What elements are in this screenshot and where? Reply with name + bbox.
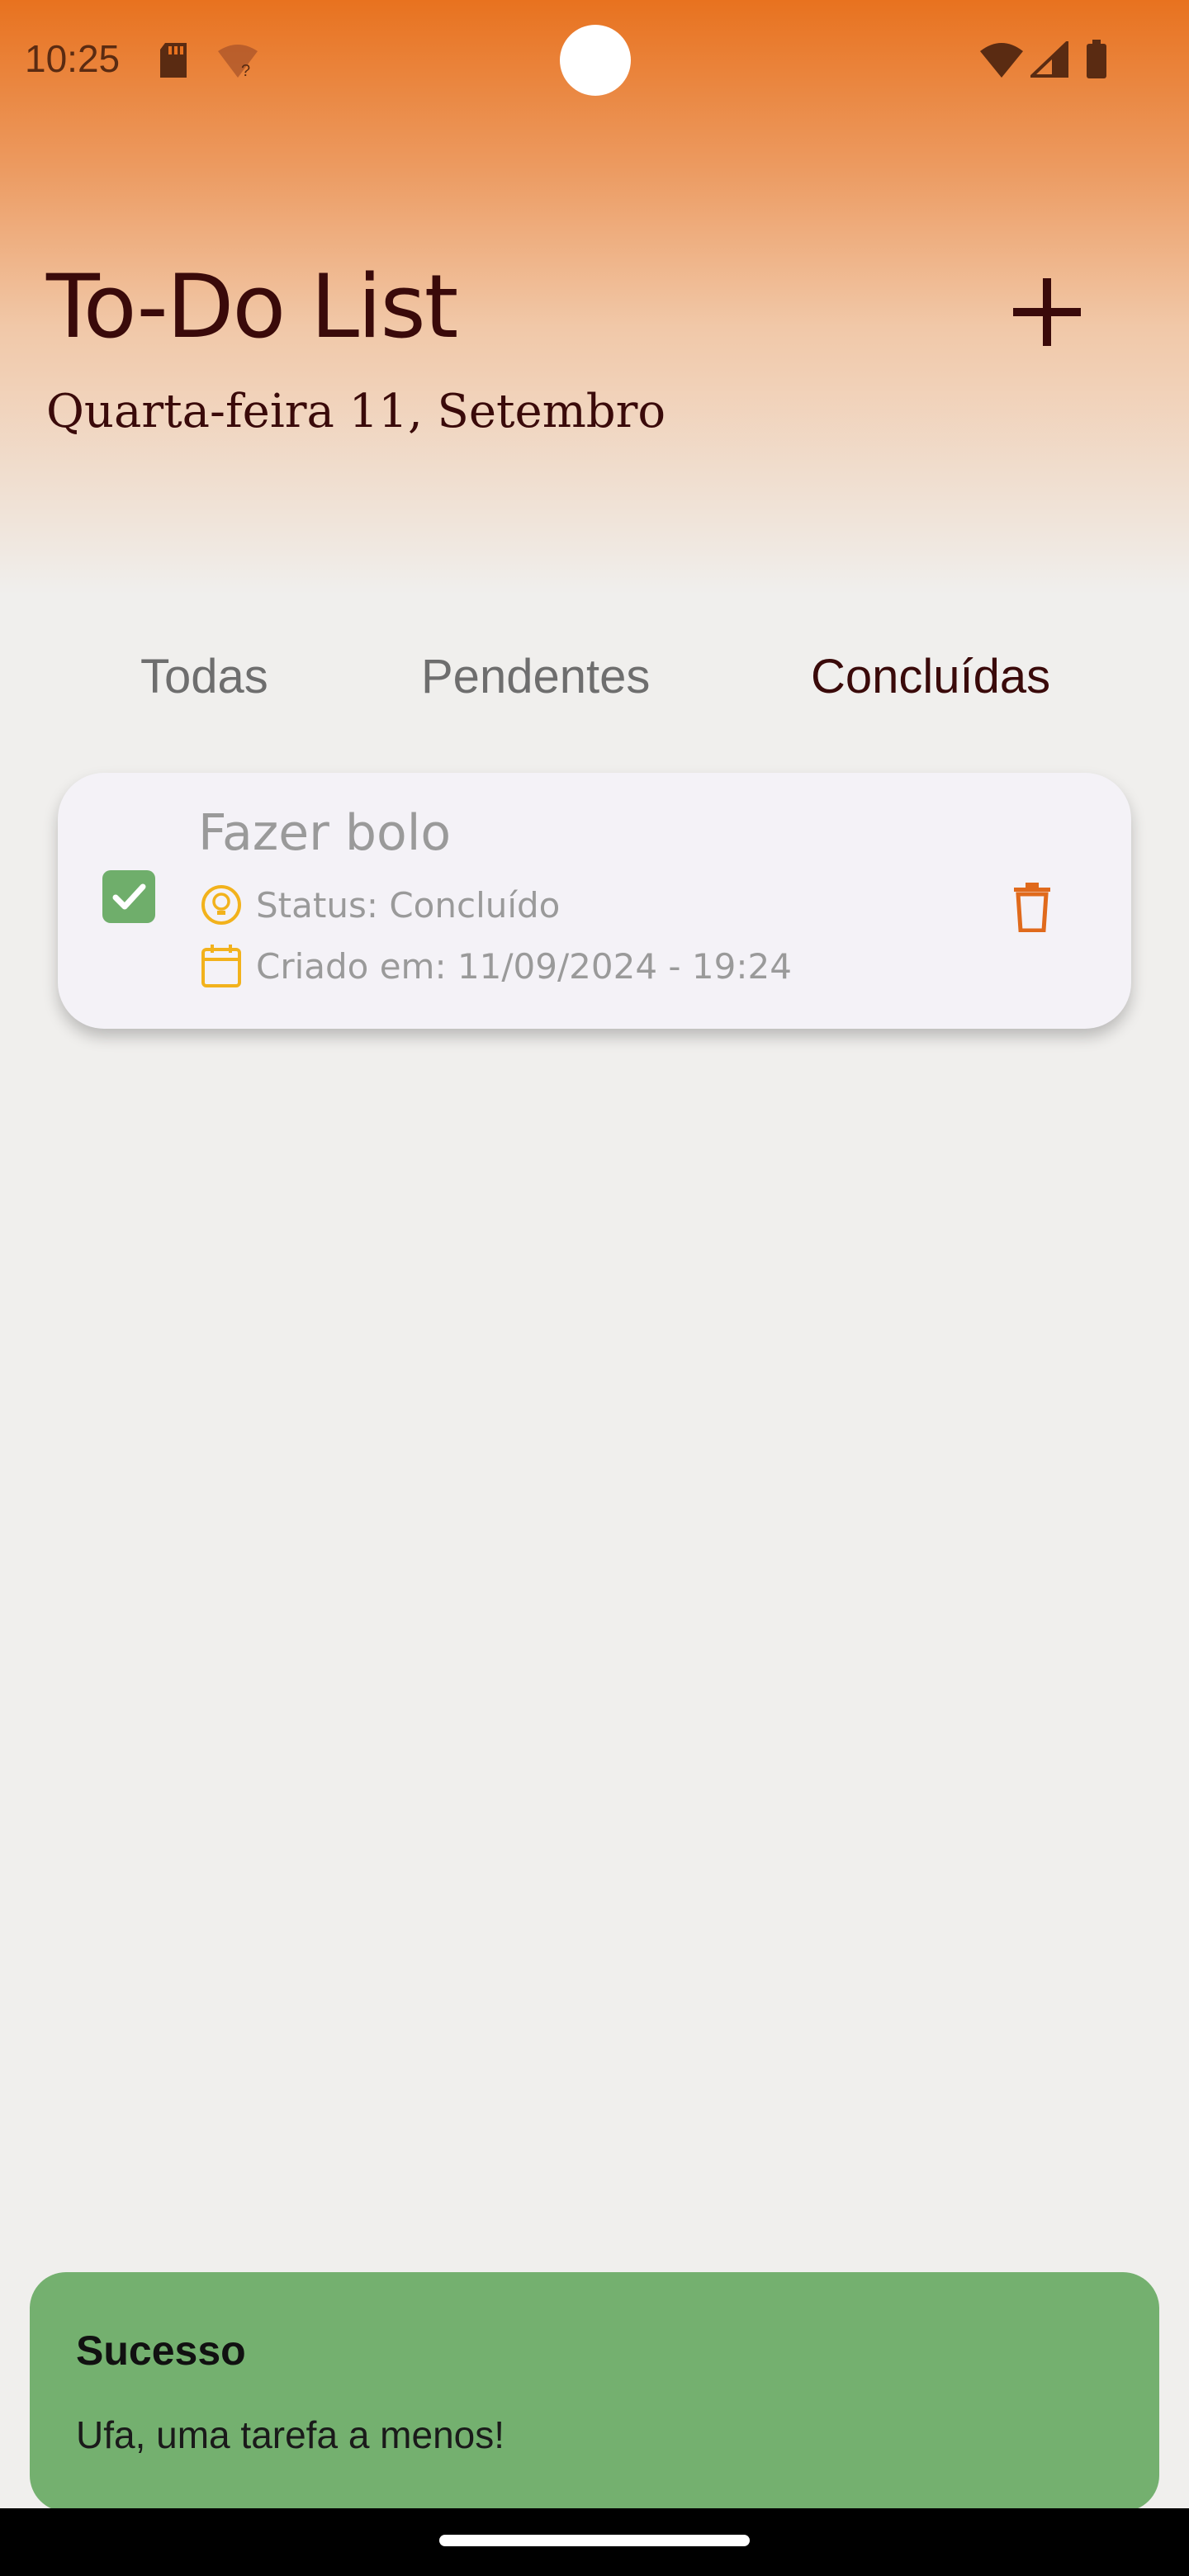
snackbar-title: Sucesso	[76, 2327, 246, 2374]
lightbulb-icon	[198, 882, 244, 928]
success-snackbar: Sucesso Ufa, uma tarefa a menos!	[30, 2272, 1159, 2512]
wifi-question-icon: ?	[216, 43, 259, 83]
status-bar: 10:25 ?	[0, 0, 1189, 124]
status-time: 10:25	[25, 37, 121, 80]
calendar-icon	[198, 943, 244, 989]
tab-todas[interactable]: Todas	[140, 636, 268, 718]
add-task-button[interactable]	[1003, 268, 1091, 356]
date-subtitle: Quarta-feira 11, Setembro	[46, 385, 666, 438]
trash-icon	[1014, 883, 1050, 932]
tab-concluidas[interactable]: Concluídas	[811, 636, 1050, 718]
delete-task-button[interactable]	[1006, 878, 1059, 936]
task-card[interactable]: Fazer bolo Status: Concluído Criado em: …	[58, 773, 1131, 1029]
task-title: Fazer bolo	[198, 804, 452, 862]
task-created-row: Criado em: 11/09/2024 - 19:24	[198, 941, 792, 991]
camera-cutout	[560, 25, 631, 96]
sd-card-icon	[157, 41, 190, 83]
task-checkbox[interactable]	[102, 870, 155, 923]
wifi-icon	[978, 41, 1025, 82]
navigation-bar	[0, 2508, 1189, 2576]
svg-text:?: ?	[241, 62, 250, 79]
plus-icon	[1013, 278, 1081, 346]
checkmark-icon	[112, 883, 146, 910]
app-title: To-Do List	[46, 256, 458, 358]
cellular-signal-icon	[1028, 39, 1068, 82]
tab-pendentes[interactable]: Pendentes	[421, 636, 650, 718]
task-created-date: Criado em: 11/09/2024 - 19:24	[256, 945, 792, 987]
filter-tabs: Todas Pendentes Concluídas	[0, 636, 1189, 718]
snackbar-message: Ufa, uma tarefa a menos!	[76, 2413, 505, 2456]
battery-icon	[1085, 40, 1108, 83]
task-status-row: Status: Concluído	[198, 880, 560, 930]
task-status: Status: Concluído	[256, 884, 561, 926]
home-indicator[interactable]	[439, 2535, 750, 2546]
